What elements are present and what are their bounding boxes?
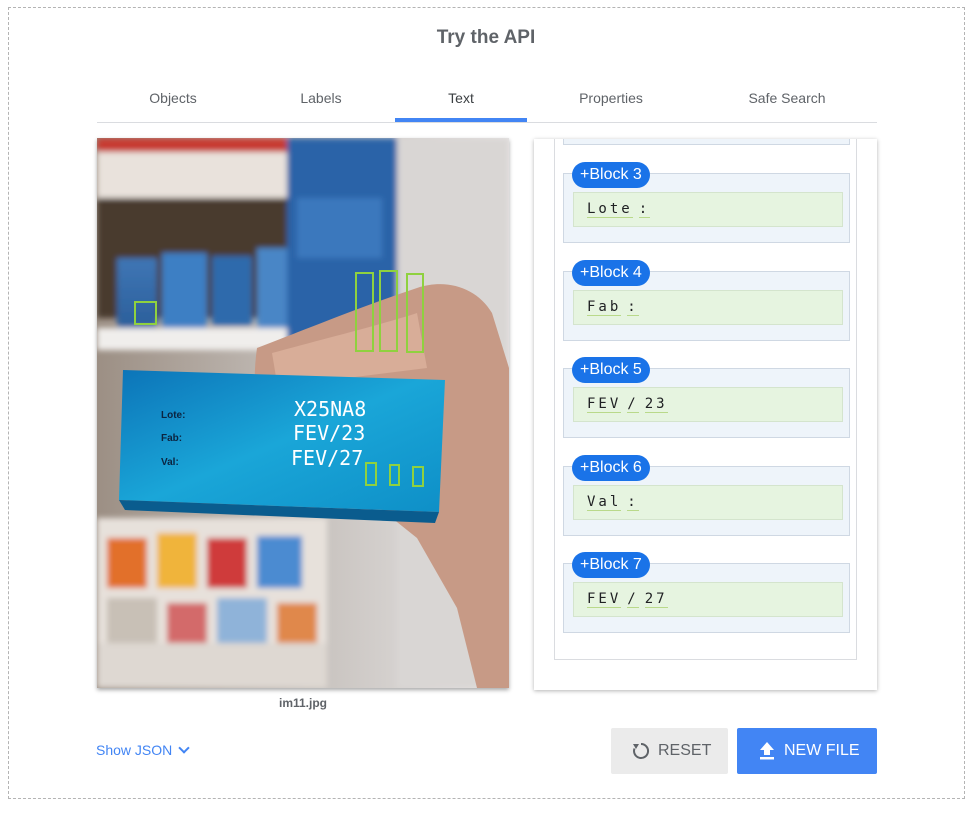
- blocks-list: +Block 3 Lote: +Block 4 Fab: +Block 5 FE…: [554, 139, 857, 660]
- tab-safe-search[interactable]: Safe Search: [719, 80, 855, 122]
- chevron-down-icon: [178, 742, 190, 754]
- box-label-val: Val:: [161, 457, 179, 468]
- tab-labels[interactable]: Labels: [255, 80, 387, 122]
- feature-tabs: Objects Labels Text Properties Safe Sear…: [97, 80, 877, 123]
- photo-illustration: Lote: Fab: Val: X25NA8 FEV/23 FEV/27: [97, 138, 509, 688]
- box-label-fab: Fab:: [161, 433, 182, 444]
- word-token: Fab: [587, 299, 622, 316]
- block-tag-button[interactable]: +Block 6: [572, 455, 650, 481]
- box-label-lote: Lote:: [161, 410, 185, 421]
- word-token: FEV: [587, 591, 622, 608]
- block-tag-button[interactable]: +Block 5: [572, 357, 650, 383]
- block-tag-button[interactable]: +Block 4: [572, 260, 650, 286]
- uploaded-image: Lote: Fab: Val: X25NA8 FEV/23 FEV/27: [97, 138, 509, 688]
- upload-icon: [760, 742, 774, 760]
- word-token: :: [638, 201, 651, 218]
- box-code-line3: FEV/27: [291, 446, 363, 470]
- word-token: /: [627, 591, 639, 608]
- word-token: :: [627, 299, 639, 316]
- block-text: FEV / 23: [573, 387, 843, 422]
- word-token: Lote: [587, 201, 633, 218]
- word-token: Val: [587, 494, 622, 511]
- show-json-label: Show JSON: [96, 742, 173, 758]
- word-token: /: [627, 396, 639, 413]
- text-results-panel[interactable]: +Block 3 Lote: +Block 4 Fab: +Block 5 FE…: [534, 139, 877, 690]
- tab-properties[interactable]: Properties: [545, 80, 677, 122]
- word-token: 27: [644, 591, 668, 608]
- block-text: Lote:: [573, 192, 843, 227]
- block-previous-partial: [563, 139, 850, 145]
- block-tag-button[interactable]: +Block 3: [572, 162, 650, 188]
- text-block: +Block 4 Fab:: [563, 260, 850, 341]
- block-text: Fab:: [573, 290, 843, 325]
- page-title: Try the API: [436, 27, 536, 48]
- new-file-label: NEW FILE: [784, 742, 860, 759]
- box-code-line2: FEV/23: [293, 421, 365, 445]
- show-json-toggle[interactable]: Show JSON: [96, 742, 190, 758]
- tab-text[interactable]: Text: [395, 80, 527, 122]
- block-tag-button[interactable]: +Block 7: [572, 552, 650, 578]
- reset-label: RESET: [658, 742, 712, 759]
- word-token: 23: [644, 396, 668, 413]
- new-file-button[interactable]: NEW FILE: [737, 728, 877, 774]
- text-block: +Block 3 Lote:: [563, 162, 850, 243]
- reset-button[interactable]: RESET: [611, 728, 728, 774]
- box-code-line1: X25NA8: [294, 397, 366, 421]
- block-text: FEV / 27: [573, 582, 843, 617]
- text-block: +Block 5 FEV / 23: [563, 357, 850, 438]
- block-text: Val:: [573, 485, 843, 520]
- reset-icon: [633, 742, 650, 759]
- word-token: :: [627, 494, 639, 511]
- word-token: FEV: [587, 396, 622, 413]
- tab-objects[interactable]: Objects: [107, 80, 239, 122]
- text-block: +Block 6 Val:: [563, 455, 850, 536]
- image-filename: im11.jpg: [278, 696, 328, 710]
- text-block: +Block 7 FEV / 27: [563, 552, 850, 633]
- active-tab-indicator: [395, 118, 527, 122]
